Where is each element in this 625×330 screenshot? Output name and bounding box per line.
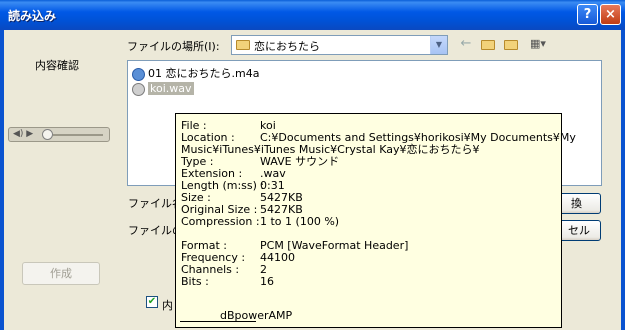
chevron-down-icon[interactable]: ▼ <box>430 36 447 54</box>
view-menu-icon[interactable]: ▦▾ <box>525 35 551 53</box>
up-folder-icon[interactable] <box>479 35 497 53</box>
slider-track <box>53 134 103 136</box>
close-button[interactable]: × <box>600 4 621 25</box>
back-icon[interactable]: ← <box>457 35 475 53</box>
window-title: 読み込み <box>8 9 57 23</box>
audio-file-icon <box>132 67 145 81</box>
file-info-tooltip: File : koi Location : C:¥Documents and Set… <box>175 113 576 328</box>
volume-slider[interactable]: ◀) ▶ <box>8 127 110 142</box>
slider-thumb[interactable] <box>42 129 53 140</box>
speaker-play-icon: ◀) ▶ <box>13 129 34 139</box>
location-value: 恋におちたら <box>254 40 320 53</box>
file-name: koi.wav <box>148 82 194 95</box>
content-check-label: 内容確認 <box>35 59 79 72</box>
window-frame-left <box>0 30 4 330</box>
folder-icon <box>236 40 250 50</box>
file-name: 01 恋におちたら.m4a <box>148 67 260 80</box>
window-frame-right <box>621 30 625 330</box>
list-item[interactable]: koi.wav <box>132 82 194 98</box>
list-item[interactable]: 01 恋におちたら.m4a <box>132 65 259 81</box>
title-bar: 読み込み ? × <box>0 0 625 30</box>
create-button[interactable]: 作成 <box>22 262 100 285</box>
content-checkbox[interactable]: ✔ <box>146 296 158 308</box>
new-folder-icon[interactable] <box>502 35 520 53</box>
location-label: ファイルの場所(I): <box>127 40 220 53</box>
location-combo[interactable]: 恋におちたら ▼ <box>231 35 448 55</box>
checkbox-label: 内 <box>162 299 173 312</box>
footer-label: dBpowerAMP <box>220 309 293 322</box>
help-button[interactable]: ? <box>577 4 598 25</box>
audio-file-icon <box>132 82 145 96</box>
